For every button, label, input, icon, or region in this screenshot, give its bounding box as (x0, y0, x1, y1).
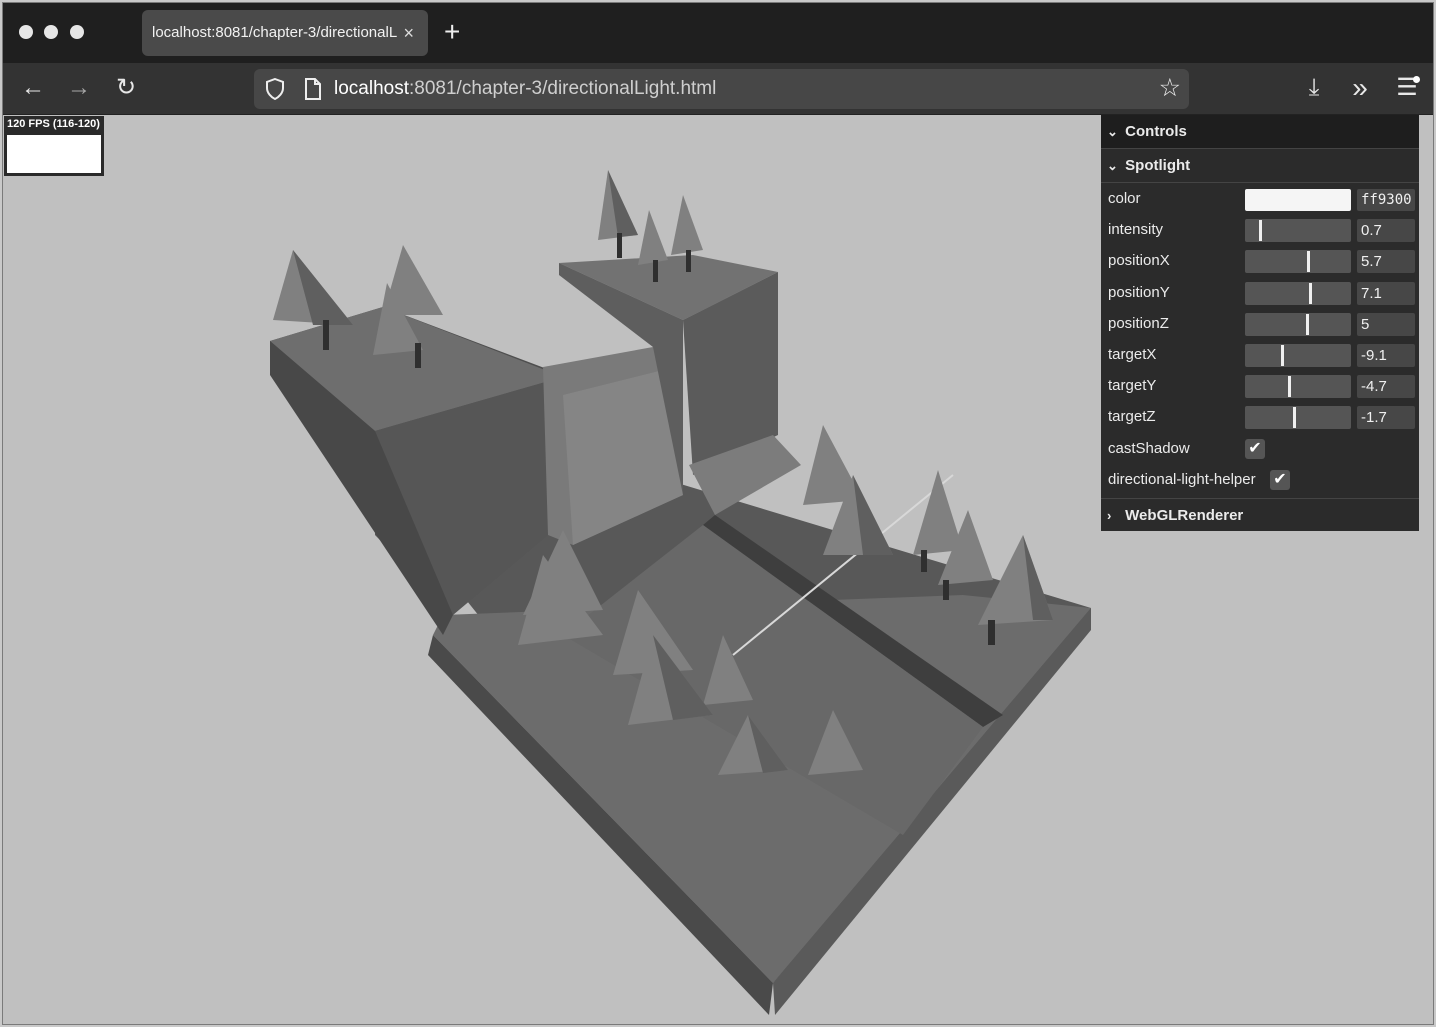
new-tab-button[interactable]: + (444, 15, 460, 49)
slider-row-positionZ: positionZ 5 (1101, 308, 1419, 339)
spotlight-folder-title[interactable]: ⌄ Spotlight (1101, 149, 1419, 183)
url-text[interactable]: localhost:8081/chapter-3/directionalLigh… (334, 69, 716, 109)
targetX-label: targetX (1108, 345, 1157, 363)
positionX-label: positionX (1108, 252, 1170, 270)
webglrenderer-folder-title[interactable]: › WebGLRenderer (1101, 498, 1419, 531)
targetX-slider[interactable] (1245, 343, 1351, 367)
shield-icon[interactable] (265, 78, 285, 100)
menu-notification-dot (1413, 76, 1420, 83)
url-host: localhost (334, 78, 409, 99)
fps-label: 120 FPS (116-120) (7, 118, 100, 130)
positionY-slider[interactable] (1245, 281, 1351, 305)
positionX-slider[interactable] (1245, 250, 1351, 274)
slider-row-targetY: targetY -4.7 (1101, 370, 1419, 401)
controls-title-label: Controls (1125, 123, 1187, 140)
targetX-slider-handle[interactable] (1281, 344, 1284, 366)
maximize-window-button[interactable] (70, 25, 84, 39)
url-path: :8081/chapter-3/directionalLight.html (409, 78, 717, 99)
reload-icon[interactable]: ↻ (111, 73, 141, 103)
back-icon[interactable]: ← (18, 73, 48, 103)
slider-row-targetZ: targetZ -1.7 (1101, 401, 1419, 432)
positionY-slider-handle[interactable] (1309, 282, 1312, 304)
positionZ-slider[interactable] (1245, 312, 1351, 336)
navigation-bar: ← → ↻ localhost:8081/chapter-3/direction… (3, 63, 1433, 115)
tab-bar: localhost:8081/chapter-3/directionalLigh… (3, 3, 1433, 63)
cast-shadow-label: castShadow (1108, 439, 1190, 457)
intensity-slider-handle[interactable] (1259, 220, 1262, 242)
fps-graph (7, 135, 101, 173)
chevron-down-icon: ⌄ (1107, 158, 1118, 173)
targetY-slider[interactable] (1245, 375, 1351, 399)
positionZ-slider-handle[interactable] (1306, 313, 1309, 335)
targetZ-slider[interactable] (1245, 406, 1351, 430)
slider-row-positionY: positionY 7.1 (1101, 277, 1419, 308)
controls-title[interactable]: ⌄ Controls (1101, 115, 1419, 149)
positionY-label: positionY (1108, 283, 1170, 301)
fps-meter[interactable]: 120 FPS (116-120) (4, 116, 104, 176)
slider-row-positionX: positionX 5.7 (1101, 245, 1419, 276)
url-bar[interactable]: localhost:8081/chapter-3/directionalLigh… (254, 69, 1189, 109)
positionX-value-input[interactable]: 5.7 (1357, 250, 1415, 274)
targetZ-slider-handle[interactable] (1293, 407, 1296, 429)
tab-close-icon[interactable]: × (403, 10, 414, 56)
color-hex-input[interactable]: ff9300 (1357, 189, 1415, 211)
intensity-label: intensity (1108, 221, 1164, 239)
targetY-label: targetY (1108, 377, 1157, 395)
tab-title: localhost:8081/chapter-3/directionalLigh… (152, 24, 398, 41)
color-row: color ff9300 (1101, 183, 1419, 214)
chevron-right-icon: › (1107, 508, 1112, 523)
close-window-button[interactable] (19, 25, 33, 39)
cast-shadow-checkbox[interactable]: ✔ (1245, 438, 1265, 459)
overflow-icon[interactable]: » (1345, 73, 1375, 103)
minimize-window-button[interactable] (44, 25, 58, 39)
slider-row-targetX: targetX -9.1 (1101, 339, 1419, 370)
targetY-slider-handle[interactable] (1288, 376, 1291, 398)
intensity-slider[interactable] (1245, 219, 1351, 243)
spotlight-folder-label: Spotlight (1125, 157, 1191, 174)
targetY-value-input[interactable]: -4.7 (1357, 375, 1415, 399)
chevron-down-icon: ⌄ (1107, 124, 1118, 139)
slider-row-intensity: intensity 0.7 (1101, 214, 1419, 245)
browser-window: localhost:8081/chapter-3/directionalLigh… (2, 2, 1434, 1025)
color-swatch[interactable] (1245, 189, 1351, 211)
forward-icon[interactable]: → (64, 73, 94, 103)
helper-checkbox[interactable]: ✔ (1270, 469, 1290, 490)
targetZ-value-input[interactable]: -1.7 (1357, 406, 1415, 430)
positionZ-value-input[interactable]: 5 (1357, 312, 1415, 336)
tab-active[interactable]: localhost:8081/chapter-3/directionalLigh… (142, 10, 428, 56)
webglrenderer-folder-label: WebGLRenderer (1125, 507, 1244, 524)
page-icon (305, 78, 321, 100)
helper-row: directional-light-helper ✔ (1101, 464, 1419, 495)
targetZ-label: targetZ (1108, 408, 1156, 426)
intensity-value-input[interactable]: 0.7 (1357, 219, 1415, 243)
positionX-slider-handle[interactable] (1307, 251, 1310, 273)
controls-panel: ⌄ Controls ⌄ Spotlight color ff9300 inte… (1101, 115, 1419, 531)
positionZ-label: positionZ (1108, 314, 1169, 332)
color-label: color (1108, 190, 1141, 207)
targetX-value-input[interactable]: -9.1 (1357, 343, 1415, 367)
positionY-value-input[interactable]: 7.1 (1357, 281, 1415, 305)
download-icon[interactable]: ⤓ (1299, 73, 1329, 103)
helper-label: directional-light-helper (1108, 470, 1256, 488)
cast-shadow-row: castShadow ✔ (1101, 433, 1419, 464)
bookmark-star-icon[interactable]: ☆ (1159, 73, 1181, 103)
